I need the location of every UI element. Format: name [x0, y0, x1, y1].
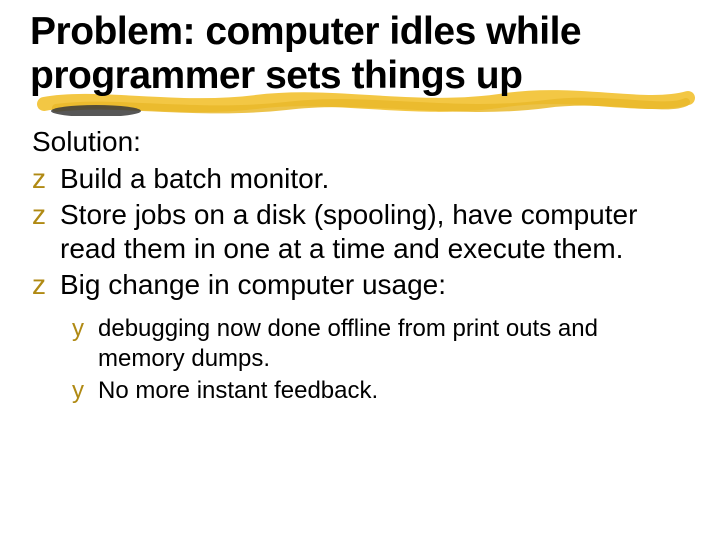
- sub-bullet-item: y debugging now done offline from print …: [72, 314, 690, 374]
- bullet-glyph: y: [72, 314, 98, 374]
- bullet-item: z Build a batch monitor.: [32, 162, 690, 196]
- bullet-glyph: z: [32, 198, 60, 266]
- lead-line: Solution:: [32, 125, 690, 159]
- bullet-glyph: z: [32, 268, 60, 302]
- body-text: Solution: z Build a batch monitor. z Sto…: [30, 125, 690, 406]
- sub-list: y debugging now done offline from print …: [30, 314, 690, 406]
- sub-bullet-item: y No more instant feedback.: [72, 376, 690, 406]
- sub-bullet-text: No more instant feedback.: [98, 376, 690, 406]
- bullet-glyph: y: [72, 376, 98, 406]
- bullet-glyph: z: [32, 162, 60, 196]
- slide-title: Problem: computer idles while programmer…: [30, 10, 690, 97]
- bullet-item: z Big change in computer usage:: [32, 268, 690, 302]
- slide: Problem: computer idles while programmer…: [0, 0, 720, 540]
- sub-bullet-text: debugging now done offline from print ou…: [98, 314, 690, 374]
- title-block: Problem: computer idles while programmer…: [30, 10, 690, 97]
- bullet-item: z Store jobs on a disk (spooling), have …: [32, 198, 690, 266]
- bullet-text: Big change in computer usage:: [60, 268, 690, 302]
- bullet-text: Build a batch monitor.: [60, 162, 690, 196]
- bullet-text: Store jobs on a disk (spooling), have co…: [60, 198, 690, 266]
